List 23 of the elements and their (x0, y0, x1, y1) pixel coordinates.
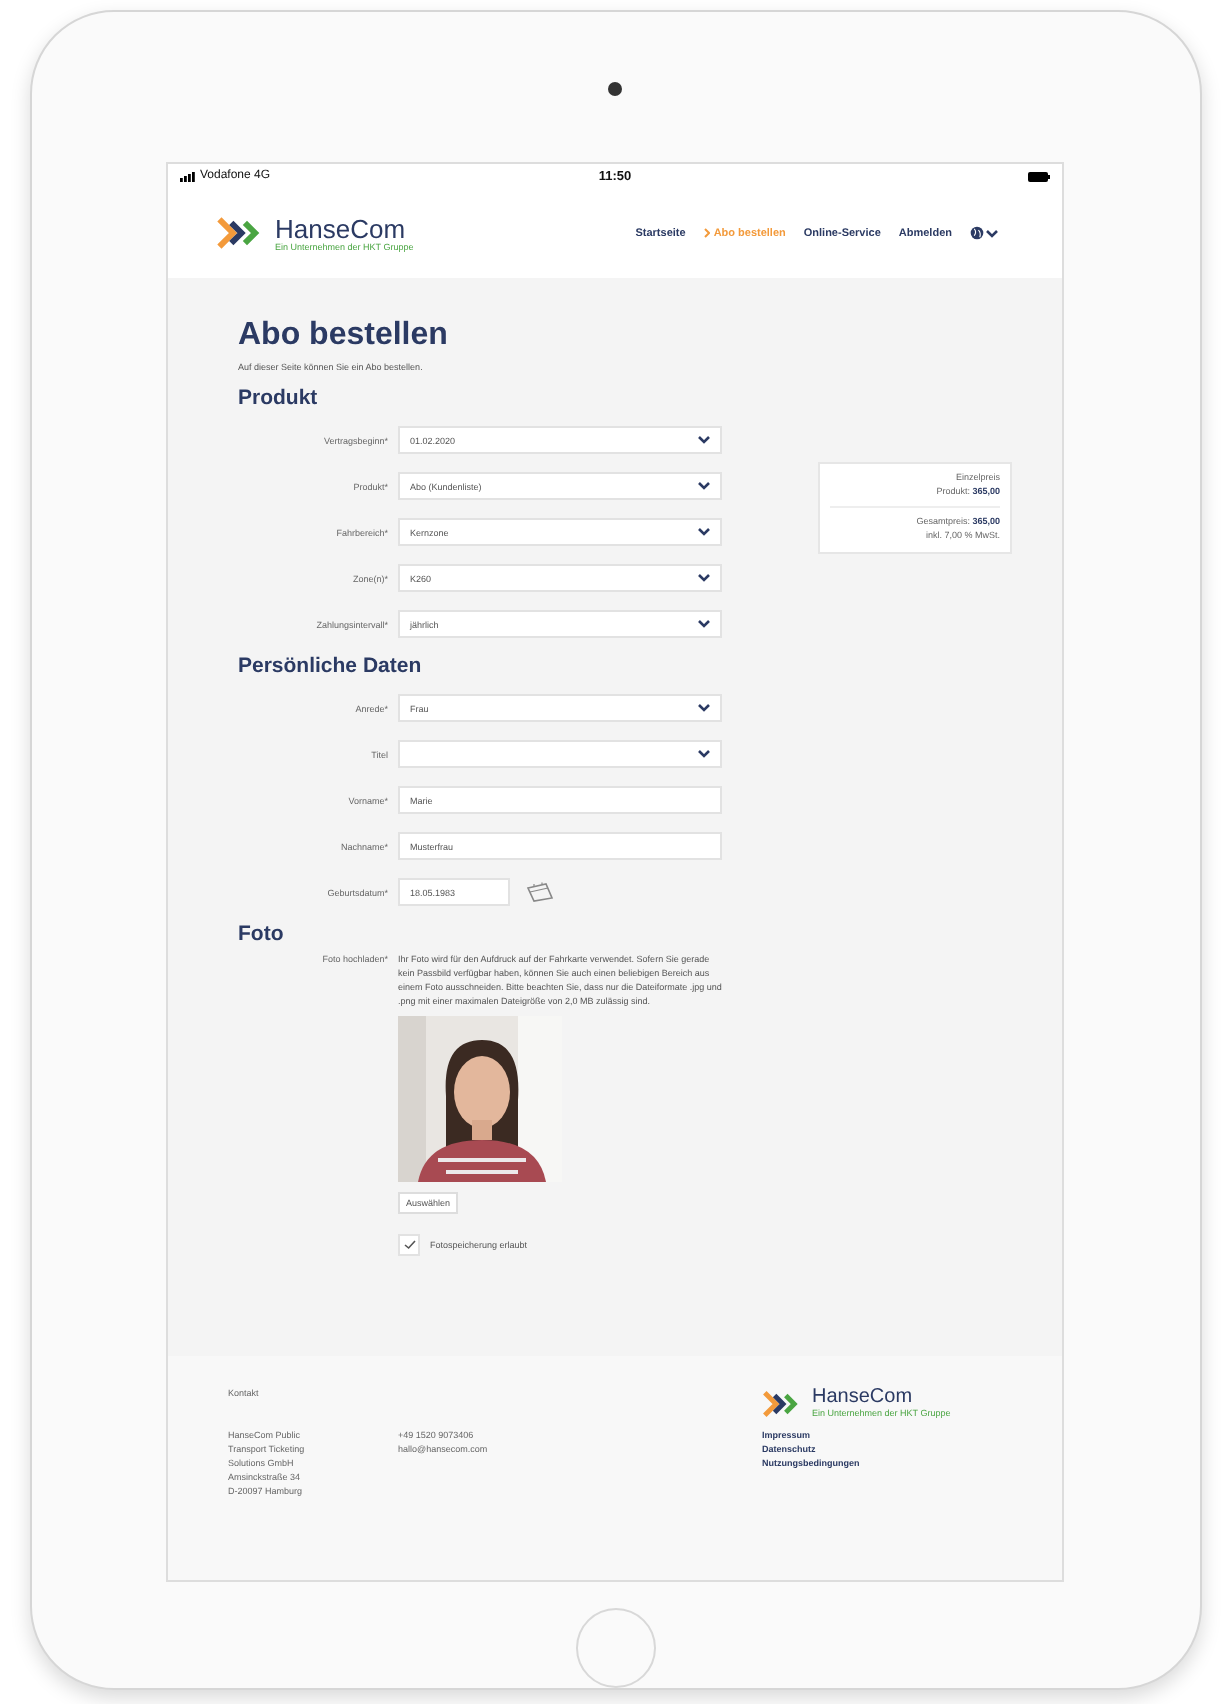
chevron-down-icon (698, 620, 710, 629)
chevron-down-icon (986, 229, 998, 238)
language-button[interactable] (970, 226, 998, 241)
chevron-down-icon (698, 436, 710, 445)
select-field[interactable] (398, 740, 722, 769)
chevron-down-icon (698, 574, 710, 583)
chevron-down-icon (698, 704, 710, 713)
chevron-right-icon (703, 228, 710, 239)
section-title: Foto (238, 921, 286, 946)
chevron-down-icon (698, 482, 710, 491)
battery-icon (1028, 171, 1050, 182)
section-title: Produkt (238, 385, 320, 410)
chevron-down-icon (698, 528, 710, 537)
signal-icon (180, 171, 196, 182)
chevron-down-icon (698, 750, 710, 759)
logo-name: HanseCom (812, 1388, 915, 1409)
checkmark-icon (403, 1239, 415, 1250)
section-title: Persönliche Daten (238, 653, 424, 678)
calendar-icon[interactable] (526, 882, 554, 903)
logo-name: HanseCom (275, 215, 406, 242)
camera-icon (608, 82, 622, 96)
page-title: Abo bestellen (238, 317, 450, 354)
checkbox[interactable] (398, 1233, 420, 1256)
